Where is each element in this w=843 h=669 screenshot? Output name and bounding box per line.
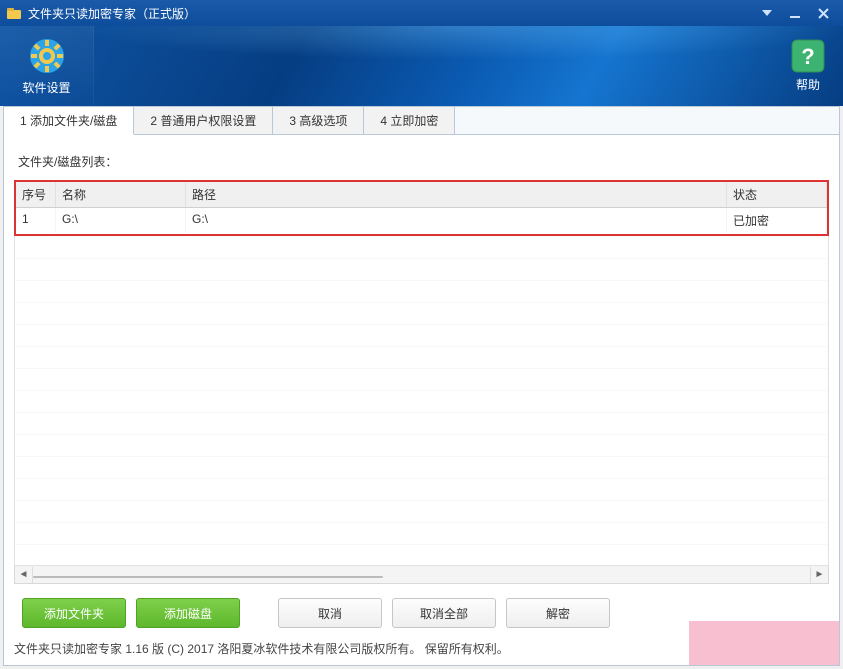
empty-grid xyxy=(14,236,829,566)
btn-label: 取消全部 xyxy=(420,605,468,622)
list-label: 文件夹/磁盘列表： xyxy=(18,153,829,170)
svg-text:?: ? xyxy=(801,44,814,69)
col-name: 名称 xyxy=(56,182,186,207)
scroll-left-icon[interactable]: ◄ xyxy=(15,567,33,583)
cancel-button[interactable]: 取消 xyxy=(278,598,382,628)
horizontal-scrollbar[interactable]: ◄ ► xyxy=(14,566,829,584)
settings-button[interactable]: 软件设置 xyxy=(0,26,94,106)
add-disk-button[interactable]: 添加磁盘 xyxy=(136,598,240,628)
tab-user-permissions[interactable]: 2 普通用户权限设置 xyxy=(134,107,273,135)
cell-status: 已加密 xyxy=(727,208,827,233)
main-toolbar: 软件设置 ? 帮助 xyxy=(0,26,843,106)
client-area: 1 添加文件夹/磁盘 2 普通用户权限设置 3 高级选项 4 立即加密 文件夹/… xyxy=(3,106,840,666)
help-button[interactable]: ? 帮助 xyxy=(773,26,843,106)
highlighted-table: 序号 名称 路径 状态 1 G:\ G:\ 已加密 xyxy=(14,180,829,236)
title-bar: 文件夹只读加密专家（正式版） xyxy=(0,0,843,26)
tab-label: 1 添加文件夹/磁盘 xyxy=(20,114,117,128)
btn-label: 取消 xyxy=(318,605,342,622)
tab-encrypt-now[interactable]: 4 立即加密 xyxy=(364,107,455,135)
btn-label: 添加文件夹 xyxy=(44,605,104,622)
help-icon: ? xyxy=(791,39,825,76)
tab-advanced-options[interactable]: 3 高级选项 xyxy=(273,107,364,135)
table-row[interactable]: 1 G:\ G:\ 已加密 xyxy=(16,208,827,233)
col-path: 路径 xyxy=(186,182,727,207)
help-label: 帮助 xyxy=(796,76,820,93)
close-button[interactable] xyxy=(809,3,837,23)
panel-add: 文件夹/磁盘列表： 序号 名称 路径 状态 1 G:\ G:\ 已加密 ◄ ► xyxy=(4,135,839,646)
tab-add-folder-disk[interactable]: 1 添加文件夹/磁盘 xyxy=(4,107,134,135)
table-header: 序号 名称 路径 状态 xyxy=(16,182,827,208)
add-folder-button[interactable]: 添加文件夹 xyxy=(22,598,126,628)
decrypt-button[interactable]: 解密 xyxy=(506,598,610,628)
status-bar: 文件夹只读加密专家 1.16 版 (C) 2017 洛阳夏冰软件技术有限公司版权… xyxy=(14,640,509,657)
scroll-thumb[interactable] xyxy=(33,576,383,578)
dropdown-button[interactable] xyxy=(753,3,781,23)
btn-label: 添加磁盘 xyxy=(164,605,212,622)
gear-icon xyxy=(28,37,66,75)
cell-name: G:\ xyxy=(56,208,186,233)
tab-label: 2 普通用户权限设置 xyxy=(150,114,256,128)
btn-label: 解密 xyxy=(546,605,570,622)
window-title: 文件夹只读加密专家（正式版） xyxy=(28,5,753,22)
col-status: 状态 xyxy=(727,182,827,207)
scroll-right-icon[interactable]: ► xyxy=(810,567,828,583)
overlay-block xyxy=(689,621,839,665)
tab-strip: 1 添加文件夹/磁盘 2 普通用户权限设置 3 高级选项 4 立即加密 xyxy=(4,107,839,135)
cell-path: G:\ xyxy=(186,208,727,233)
app-icon xyxy=(6,5,22,21)
minimize-button[interactable] xyxy=(781,3,809,23)
tab-label: 4 立即加密 xyxy=(380,114,438,128)
cancel-all-button[interactable]: 取消全部 xyxy=(392,598,496,628)
settings-label: 软件设置 xyxy=(22,79,70,96)
col-index: 序号 xyxy=(16,182,56,207)
table-body: 1 G:\ G:\ 已加密 xyxy=(16,208,827,234)
tab-label: 3 高级选项 xyxy=(289,114,347,128)
cell-index: 1 xyxy=(16,208,56,233)
